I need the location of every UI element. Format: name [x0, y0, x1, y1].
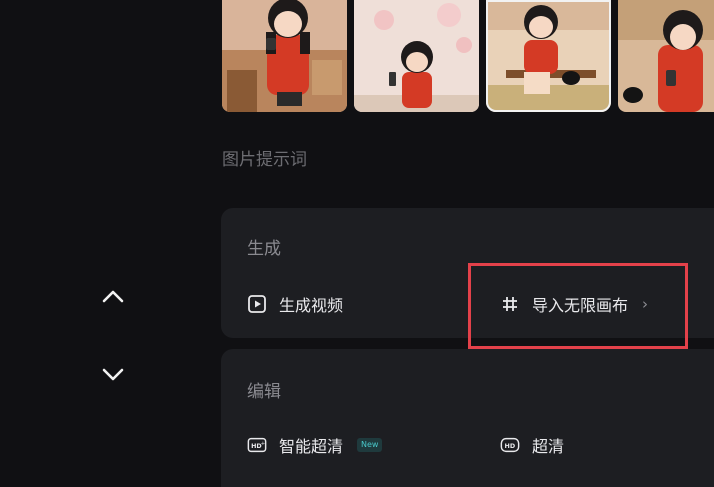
hd-label: 超清	[532, 437, 565, 456]
hd-button[interactable]: HD 超清	[500, 433, 564, 457]
generate-video-label: 生成视频	[279, 296, 344, 315]
image-thumbnail[interactable]	[354, 0, 479, 112]
edit-card: 编辑 HD + 智能超清 New HD 超清	[221, 349, 714, 487]
import-infinite-canvas-button[interactable]: 导入无限画布 ›	[500, 292, 648, 316]
smart-hd-button[interactable]: HD + 智能超清 New	[247, 433, 383, 457]
image-thumbnail-strip	[222, 0, 714, 112]
hd-plus-icon: HD +	[247, 435, 267, 455]
new-badge: New	[357, 438, 383, 452]
image-thumbnail[interactable]	[222, 0, 347, 112]
play-icon	[247, 294, 267, 314]
next-arrow-button[interactable]	[100, 362, 126, 388]
edit-section-title: 编辑	[247, 382, 281, 402]
generate-video-button[interactable]: 生成视频	[247, 292, 343, 316]
chevron-down-icon	[102, 368, 124, 381]
smart-hd-label: 智能超清	[279, 437, 344, 456]
svg-text:+: +	[261, 441, 266, 447]
image-thumbnail[interactable]	[618, 0, 714, 112]
generate-section-title: 生成	[247, 239, 281, 259]
crop-icon	[500, 294, 520, 314]
chevron-up-icon	[102, 290, 124, 303]
image-prompt-heading: 图片提示词	[222, 150, 307, 170]
import-infinite-canvas-label: 导入无限画布	[532, 296, 629, 315]
chevron-right-icon: ›	[642, 295, 649, 313]
hd-icon: HD	[500, 435, 520, 455]
previous-arrow-button[interactable]	[100, 283, 126, 309]
page: 图片提示词 生成 生成视频 导入无限画布 › 编辑 HD + 智能超清 New …	[0, 0, 714, 487]
svg-text:HD: HD	[505, 443, 516, 450]
generate-card: 生成 生成视频 导入无限画布 ›	[221, 208, 714, 338]
image-thumbnail-selected[interactable]	[486, 0, 611, 112]
